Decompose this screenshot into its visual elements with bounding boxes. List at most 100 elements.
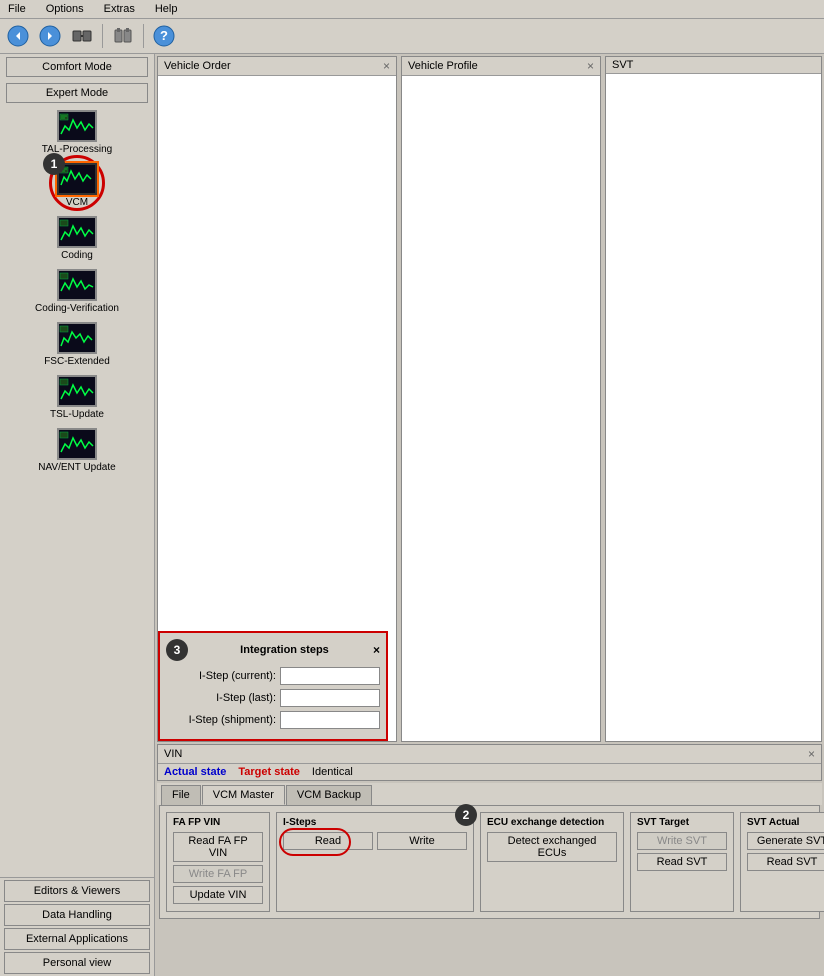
help-icon: ? — [153, 25, 175, 47]
expert-mode-button[interactable]: Expert Mode — [6, 83, 148, 103]
personal-view-button[interactable]: Personal view — [4, 952, 150, 974]
menu-help[interactable]: Help — [151, 2, 182, 16]
comfort-mode-button[interactable]: Comfort Mode — [6, 57, 148, 77]
tab-vcm-backup[interactable]: VCM Backup — [286, 785, 372, 805]
sidebar-item-nav-ent-update[interactable]: NAV/ENT Update — [0, 424, 154, 477]
ecu-exchange-group: ECU exchange detection Detect exchanged … — [480, 812, 624, 912]
vehicle-order-title: Vehicle Order — [164, 60, 231, 72]
vin-area: VIN × Actual state Target state Identica… — [157, 744, 822, 781]
vehicle-profile-close[interactable]: × — [587, 59, 594, 73]
connect2-button[interactable] — [109, 22, 137, 50]
status-bar: Actual state Target state Identical — [158, 764, 821, 780]
tsl-update-icon — [57, 375, 97, 407]
read-button-wrapper: Read — [283, 832, 373, 853]
fa-fp-vin-group-title: FA FP VIN — [173, 817, 263, 828]
sidebar-item-coding[interactable]: Coding — [0, 212, 154, 265]
coding-verification-icon — [57, 269, 97, 301]
plugin-icon — [112, 25, 134, 47]
i-steps-buttons: 2 Read Write — [283, 832, 467, 853]
help-button[interactable]: ? — [150, 22, 178, 50]
sidebar-spacer — [0, 477, 154, 877]
tab-file[interactable]: File — [161, 785, 201, 805]
vcm-label: VCM — [66, 197, 88, 208]
vehicle-order-header: Vehicle Order × — [158, 57, 396, 76]
vehicle-order-panel: Vehicle Order × 3 Integration steps × I- — [157, 56, 397, 742]
vehicle-order-close[interactable]: × — [383, 59, 390, 73]
toolbar-separator2 — [143, 24, 144, 48]
write-fa-fp-button[interactable]: Write FA FP — [173, 865, 263, 883]
menubar: File Options Extras Help — [0, 0, 824, 19]
nav-ent-update-icon — [57, 428, 97, 460]
toolbar: ? — [0, 19, 824, 54]
svt-actual-group: SVT Actual Generate SVT Read SVT — [740, 812, 824, 912]
i-step-last-row: I-Step (last): — [166, 689, 380, 707]
vehicle-profile-content — [402, 76, 600, 741]
identical-label: Identical — [312, 766, 353, 778]
forward-button[interactable] — [36, 22, 64, 50]
badge-2: 2 — [455, 804, 477, 826]
top-panels: Vehicle Order × 3 Integration steps × I- — [155, 54, 824, 744]
svt-header: SVT — [606, 57, 821, 74]
tab-area: File VCM Master VCM Backup FA FP VIN Rea… — [157, 783, 822, 921]
sidebar-item-fsc-extended[interactable]: FSC-Extended — [0, 318, 154, 371]
detect-exchanged-ecus-button[interactable]: Detect exchanged ECUs — [487, 832, 617, 862]
i-step-current-row: I-Step (current): — [166, 667, 380, 685]
sidebar-item-coding-verification[interactable]: Coding-Verification — [0, 265, 154, 318]
svt-panel: SVT — [605, 56, 822, 742]
write-svt-button[interactable]: Write SVT — [637, 832, 727, 850]
nav-ent-update-label: NAV/ENT Update — [38, 462, 115, 473]
target-state-label: Target state — [238, 766, 300, 778]
update-vin-button[interactable]: Update VIN — [173, 886, 263, 904]
back-button[interactable] — [4, 22, 32, 50]
i-step-current-input[interactable] — [280, 667, 380, 685]
read-svt-target-button[interactable]: Read SVT — [637, 853, 727, 871]
tsl-update-label: TSL-Update — [50, 409, 104, 420]
toolbar-separator — [102, 24, 103, 48]
svt-target-group: SVT Target Write SVT Read SVT — [630, 812, 734, 912]
svt-content — [606, 74, 821, 741]
connect-button[interactable] — [68, 22, 96, 50]
i-step-shipment-row: I-Step (shipment): — [166, 711, 380, 729]
back-icon — [7, 25, 29, 47]
read-button[interactable]: Read — [283, 832, 373, 850]
badge-3: 3 — [166, 639, 188, 661]
content-area: Vehicle Order × 3 Integration steps × I- — [155, 54, 824, 976]
ecu-exchange-group-title: ECU exchange detection — [487, 817, 617, 828]
menu-extras[interactable]: Extras — [100, 2, 139, 16]
read-fa-fp-vin-button[interactable]: Read FA FP VIN — [173, 832, 263, 862]
actual-state-label: Actual state — [164, 766, 226, 778]
sidebar-item-vcm[interactable]: 1 VCM — [0, 159, 154, 212]
generate-svt-button[interactable]: Generate SVT — [747, 832, 824, 850]
write-button[interactable]: Write — [377, 832, 467, 850]
menu-options[interactable]: Options — [42, 2, 88, 16]
vin-panel-header: VIN × — [158, 745, 821, 764]
i-step-shipment-input[interactable] — [280, 711, 380, 729]
data-handling-button[interactable]: Data Handling — [4, 904, 150, 926]
coding-icon — [57, 216, 97, 248]
tab-bar: File VCM Master VCM Backup — [157, 783, 822, 805]
read-svt-actual-button[interactable]: Read SVT — [747, 853, 824, 871]
integration-steps-close-button[interactable]: × — [373, 643, 380, 657]
sidebar: Comfort Mode Expert Mode TAL-Processing … — [0, 54, 155, 976]
vin-panel-close[interactable]: × — [808, 747, 815, 761]
vehicle-order-content: 3 Integration steps × I-Step (current): … — [158, 76, 396, 741]
menu-file[interactable]: File — [4, 2, 30, 16]
editors-viewers-button[interactable]: Editors & Viewers — [4, 880, 150, 902]
integration-steps-box: 3 Integration steps × I-Step (current): … — [158, 631, 388, 741]
tab-vcm-master[interactable]: VCM Master — [202, 785, 285, 805]
fa-fp-vin-group: FA FP VIN Read FA FP VIN Write FA FP Upd… — [166, 812, 270, 912]
forward-icon — [39, 25, 61, 47]
external-applications-button[interactable]: External Applications — [4, 928, 150, 950]
vehicle-profile-title: Vehicle Profile — [408, 60, 478, 72]
i-step-current-label: I-Step (current): — [166, 670, 276, 682]
sidebar-item-tal-processing[interactable]: TAL-Processing — [0, 106, 154, 159]
vehicle-profile-header: Vehicle Profile × — [402, 57, 600, 76]
connect-icon — [71, 25, 93, 47]
coding-label: Coding — [61, 250, 93, 261]
svt-title: SVT — [612, 59, 633, 71]
svt-target-group-title: SVT Target — [637, 817, 727, 828]
sidebar-item-tsl-update[interactable]: TSL-Update — [0, 371, 154, 424]
integration-steps-header: 3 Integration steps × — [166, 639, 380, 661]
i-step-last-input[interactable] — [280, 689, 380, 707]
i-steps-group-title: I-Steps — [283, 817, 467, 828]
